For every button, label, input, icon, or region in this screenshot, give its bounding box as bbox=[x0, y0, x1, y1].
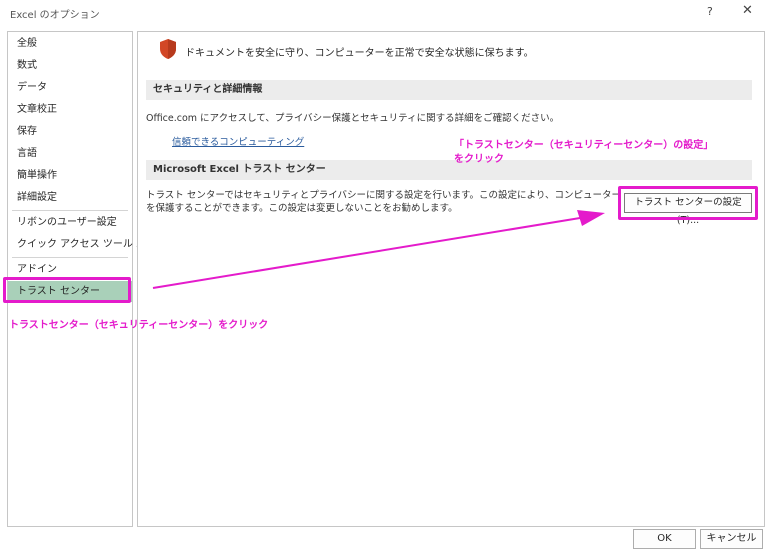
cancel-button[interactable]: キャンセル bbox=[700, 529, 763, 549]
annotation-arrow bbox=[152, 210, 605, 289]
ok-button[interactable]: OK bbox=[633, 529, 696, 549]
